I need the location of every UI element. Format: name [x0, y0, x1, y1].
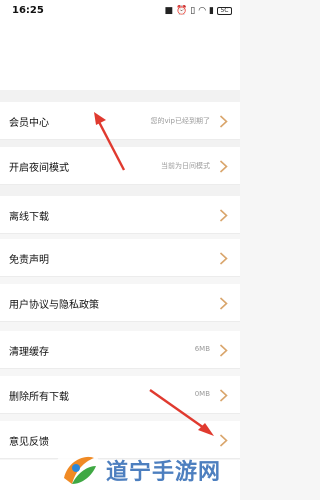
chevron-right-icon: [219, 389, 228, 402]
status-time: 16:25: [12, 5, 44, 16]
settings-item-clear-cache[interactable]: 清理缓存 6MB: [0, 331, 240, 369]
settings-item-user-agreement[interactable]: 用户协议与隐私政策: [0, 284, 240, 322]
settings-item-label: 免责声明: [9, 255, 49, 266]
notification-icon: ■: [164, 6, 174, 16]
watermark-text: 道宁手游网: [106, 460, 222, 485]
header-area: [0, 22, 240, 90]
alarm-icon: ⏰: [176, 6, 188, 16]
settings-item-label: 删除所有下载: [9, 392, 69, 403]
settings-item-disclaimer[interactable]: 免责声明: [0, 239, 240, 277]
status-icons: ■ ⏰ ▯ ◠ ▮ 5C: [164, 5, 232, 17]
settings-item-label: 用户协议与隐私政策: [9, 300, 99, 311]
annotation-arrow-icon: [94, 112, 126, 171]
settings-item-label: 离线下载: [9, 212, 49, 223]
signal-icon: ▮: [209, 6, 214, 16]
settings-item-label: 会员中心: [9, 118, 49, 129]
settings-item-label: 开启夜间模式: [9, 163, 69, 174]
annotation-arrow-icon: [149, 389, 214, 436]
settings-item-offline-download[interactable]: 离线下载: [0, 196, 240, 234]
divider: [0, 185, 240, 196]
chevron-right-icon: [219, 297, 228, 310]
wifi-icon: ◠: [198, 6, 207, 16]
divider: [0, 90, 240, 102]
vibrate-icon: ▯: [190, 6, 196, 16]
chevron-right-icon: [219, 160, 228, 173]
status-bar: 16:25 ■ ⏰ ▯ ◠ ▮ 5C: [0, 0, 240, 22]
watermark: 道宁手游网: [52, 440, 240, 500]
settings-item-label: 意见反馈: [9, 437, 49, 448]
vip-status-text: 您的vip已经到期了: [150, 117, 210, 125]
settings-item-label: 清理缓存: [9, 347, 49, 358]
chevron-right-icon: [219, 115, 228, 128]
chevron-right-icon: [219, 344, 228, 357]
battery-icon: 5C: [217, 7, 232, 15]
watermark-logo-icon: [55, 447, 101, 493]
night-mode-status-text: 当前为日间模式: [161, 162, 210, 170]
chevron-right-icon: [219, 252, 228, 265]
chevron-right-icon: [219, 209, 228, 222]
cache-size-text: 6MB: [194, 345, 210, 353]
